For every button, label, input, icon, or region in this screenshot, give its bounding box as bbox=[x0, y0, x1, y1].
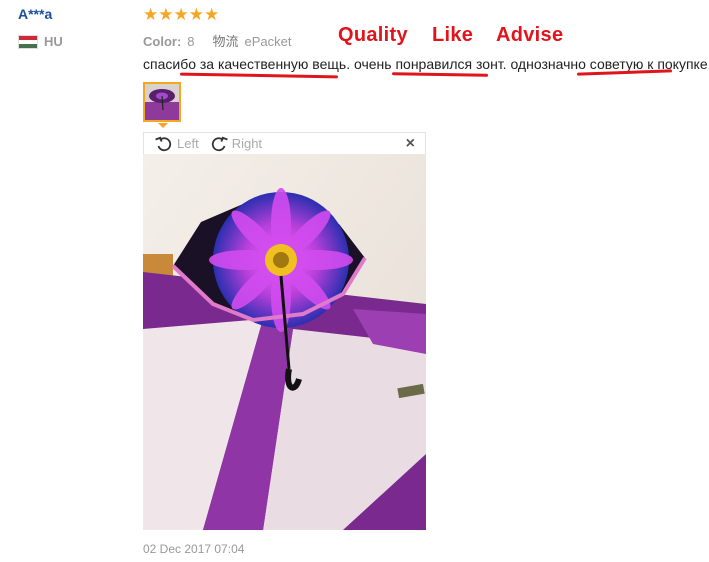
rotate-left-icon bbox=[155, 136, 172, 151]
star-icon: ★ bbox=[173, 5, 189, 24]
annotation-like: Like bbox=[432, 24, 474, 46]
shipping-label: 物流 bbox=[212, 34, 239, 49]
underline-quality bbox=[179, 72, 339, 79]
star-rating: ★ ★ ★ ★ ★ bbox=[143, 5, 219, 25]
shipping-value: ePacket bbox=[244, 34, 292, 49]
star-icon: ★ bbox=[204, 5, 220, 24]
image-viewer-toolbar: Left Right × bbox=[143, 132, 426, 154]
annotation-quality: Quality bbox=[338, 24, 408, 46]
rotate-right-label: Right bbox=[231, 136, 263, 151]
rotate-left-button[interactable]: Left bbox=[154, 134, 199, 154]
rotate-right-icon bbox=[211, 136, 228, 151]
star-icon: ★ bbox=[158, 5, 174, 24]
color-label: Color: bbox=[143, 34, 182, 49]
reviewer-country: HU bbox=[18, 34, 63, 49]
rotate-right-button[interactable]: Right bbox=[209, 134, 262, 154]
annotation-advise: Advise bbox=[496, 24, 564, 46]
reviewer-info: A***a bbox=[18, 6, 52, 22]
review-text: спасибо за качественную вещь. очень понр… bbox=[143, 56, 709, 72]
review-photo-thumbnail[interactable] bbox=[143, 82, 181, 122]
star-icon: ★ bbox=[143, 5, 159, 24]
color-value: 8 bbox=[187, 34, 195, 49]
review-date: 02 Dec 2017 07:04 bbox=[143, 542, 245, 556]
hungary-flag-icon bbox=[18, 34, 38, 49]
rotate-left-label: Left bbox=[177, 136, 199, 151]
order-meta: Color: 8 物流 ePacket bbox=[143, 31, 292, 50]
reviewer-name[interactable]: A***a bbox=[18, 6, 52, 22]
star-icon: ★ bbox=[188, 5, 204, 24]
close-viewer-button[interactable]: × bbox=[406, 135, 415, 153]
country-code: HU bbox=[44, 34, 63, 49]
thumbnail-caret-icon bbox=[158, 123, 168, 128]
review-photo bbox=[143, 154, 426, 530]
underline-like bbox=[391, 72, 489, 77]
